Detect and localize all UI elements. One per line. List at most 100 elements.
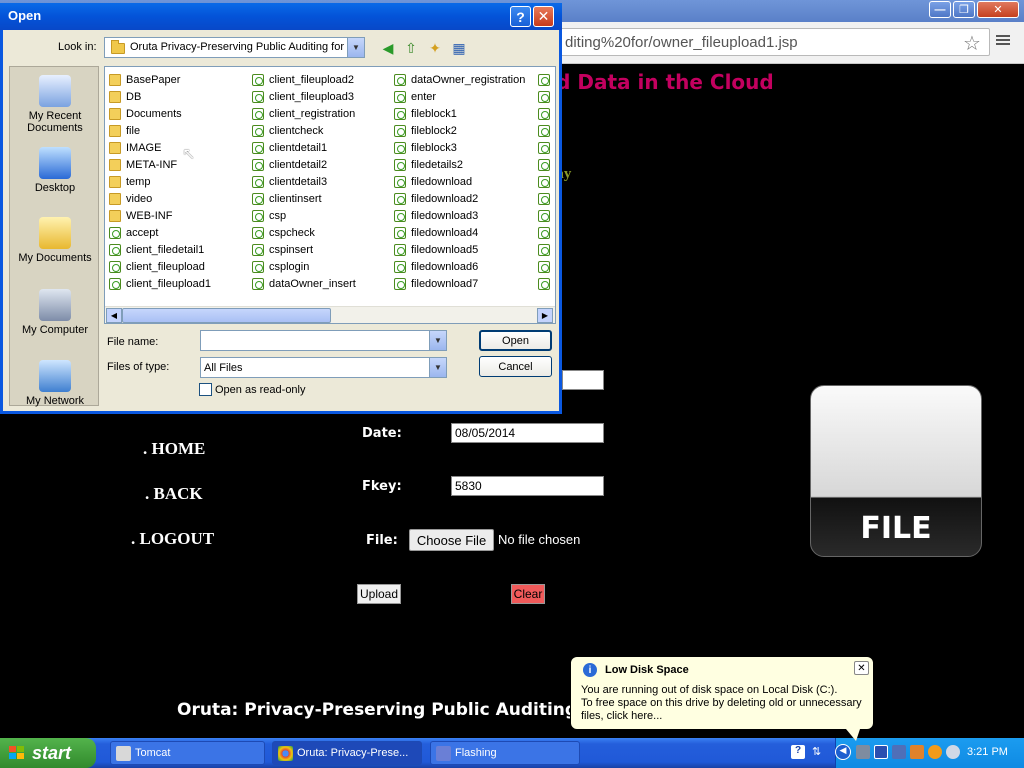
balloon-link[interactable]: files, click here...	[581, 710, 662, 722]
file-item[interactable]: filedownload2	[394, 190, 525, 207]
clear-button[interactable]: Clear	[511, 584, 545, 604]
scroll-thumb[interactable]	[122, 308, 331, 323]
file-item[interactable]: client_fileupload3	[252, 88, 356, 105]
tray-app-icon[interactable]	[874, 745, 888, 759]
file-item[interactable]: csp	[252, 207, 356, 224]
file-item[interactable]: filedownload7	[394, 275, 525, 292]
bookmark-star-icon[interactable]: ☆	[963, 31, 981, 56]
file-item[interactable]: clientcheck	[252, 122, 356, 139]
help-tray-icon[interactable]: ?	[791, 745, 805, 759]
upload-button[interactable]: Upload	[357, 584, 401, 604]
scroll-left-icon[interactable]: ◀	[106, 308, 122, 323]
address-bar[interactable]: diting%20for/owner_fileupload1.jsp	[540, 28, 990, 56]
minimize-button[interactable]: —	[929, 1, 951, 18]
file-item[interactable]: fileblock3	[394, 139, 525, 156]
file-item[interactable]: client_fileupload2	[252, 71, 356, 88]
horizontal-scrollbar[interactable]: ◀ ▶	[105, 306, 555, 323]
nav-home-link[interactable]: . HOME	[143, 439, 205, 459]
help-button[interactable]: ?	[510, 6, 531, 27]
file-item[interactable]: client_registration	[252, 105, 356, 122]
read-only-checkbox[interactable]	[199, 383, 212, 396]
task-tomcat[interactable]: Tomcat	[110, 741, 265, 765]
file-item[interactable]: fileblock2	[394, 122, 525, 139]
low-disk-space-balloon[interactable]: i Low Disk Space ✕ You are running out o…	[570, 656, 874, 730]
file-item[interactable]: client_filedetail1	[109, 241, 211, 258]
place-my-computer[interactable]: My Computer	[10, 289, 100, 336]
task-flashing[interactable]: Flashing	[430, 741, 580, 765]
messenger-icon[interactable]	[946, 745, 960, 759]
chevron-down-icon[interactable]: ▼	[429, 331, 446, 350]
jsp-file-icon	[394, 90, 406, 103]
file-item[interactable]: cspinsert	[252, 241, 356, 258]
up-folder-icon[interactable]: ⇧	[403, 40, 419, 56]
look-in-select[interactable]: Oruta Privacy-Preserving Public Auditing…	[104, 37, 365, 58]
folder-item[interactable]: META-INF	[109, 156, 211, 173]
file-item[interactable]: filedownload4	[394, 224, 525, 241]
file-item[interactable]: dataOwner_registration	[394, 71, 525, 88]
file-item[interactable]: filedownload	[394, 173, 525, 190]
file-list[interactable]: BasePaper DB Documents file IMAGE META-INF tem…	[104, 66, 556, 324]
new-folder-icon[interactable]: ✦	[427, 40, 443, 56]
fkey-input[interactable]: 5830	[451, 476, 604, 496]
place-desktop[interactable]: Desktop	[10, 147, 100, 194]
file-item[interactable]: client_fileupload	[109, 258, 211, 275]
chevron-down-icon[interactable]: ▼	[347, 38, 364, 57]
folder-item[interactable]: DB	[109, 88, 211, 105]
dialog-close-button[interactable]: ✕	[533, 6, 554, 27]
folder-item[interactable]: BasePaper	[109, 71, 211, 88]
network-tray-icon[interactable]: ⇅	[812, 745, 826, 759]
date-input[interactable]: 08/05/2014	[451, 423, 604, 443]
file-item[interactable]: csplogin	[252, 258, 356, 275]
folder-item[interactable]: temp	[109, 173, 211, 190]
tray-app-icon[interactable]	[910, 745, 924, 759]
choose-file-button[interactable]: Choose File	[409, 529, 494, 551]
clock[interactable]: 3:21 PM	[967, 746, 1008, 758]
chevron-down-icon[interactable]: ▼	[429, 358, 446, 377]
task-browser[interactable]: Oruta: Privacy-Prese...	[272, 741, 422, 765]
files-of-type-label: Files of type:	[107, 361, 170, 373]
place-my-network[interactable]: My Network	[10, 360, 100, 407]
folder-item[interactable]: video	[109, 190, 211, 207]
folder-item[interactable]: file	[109, 122, 211, 139]
scroll-right-icon[interactable]: ▶	[537, 308, 553, 323]
file-item[interactable]: clientdetail2	[252, 156, 356, 173]
close-window-button[interactable]: ✕	[977, 1, 1019, 18]
nav-logout-link[interactable]: . LOGOUT	[131, 529, 214, 549]
tray-app-icon[interactable]	[856, 745, 870, 759]
files-of-type-select[interactable]: All Files ▼	[200, 357, 447, 378]
file-item[interactable]: filedownload3	[394, 207, 525, 224]
file-column: BasePaper DB Documents file IMAGE META-INF tem…	[109, 71, 211, 292]
restore-button[interactable]: ❐	[953, 1, 975, 18]
file-item[interactable]: filedownload5	[394, 241, 525, 258]
tray-app-icon[interactable]	[928, 745, 942, 759]
folder-item[interactable]: IMAGE	[109, 139, 211, 156]
file-item[interactable]: filedownload6	[394, 258, 525, 275]
balloon-close-button[interactable]: ✕	[854, 661, 869, 675]
tray-app-icon[interactable]	[892, 745, 906, 759]
browser-menu-icon[interactable]	[996, 33, 1010, 47]
file-item[interactable]: enter	[394, 88, 525, 105]
back-icon[interactable]: ◀	[380, 40, 396, 56]
folder-item[interactable]: WEB-INF	[109, 207, 211, 224]
file-item[interactable]: fileblock1	[394, 105, 525, 122]
place-my-documents[interactable]: My Documents	[10, 217, 100, 264]
file-item[interactable]: clientdetail3	[252, 173, 356, 190]
file-item[interactable]: accept	[109, 224, 211, 241]
show-hidden-icons-icon[interactable]: ◀	[835, 744, 851, 760]
folder-item[interactable]: Documents	[109, 105, 211, 122]
open-button[interactable]: Open	[479, 330, 552, 351]
view-menu-icon[interactable]: ▦	[451, 40, 467, 56]
file-item[interactable]: clientinsert	[252, 190, 356, 207]
cancel-button[interactable]: Cancel	[479, 356, 552, 377]
hidden-field-input[interactable]	[562, 370, 604, 390]
file-item[interactable]: dataOwner_insert	[252, 275, 356, 292]
file-item[interactable]: cspcheck	[252, 224, 356, 241]
start-button[interactable]: start	[0, 738, 96, 768]
file-item[interactable]: client_fileupload1	[109, 275, 211, 292]
nav-back-link[interactable]: . BACK	[145, 484, 203, 504]
file-item[interactable]: filedetails2	[394, 156, 525, 173]
place-recent-documents[interactable]: My Recent Documents	[10, 75, 100, 134]
file-name-input[interactable]: ▼	[200, 330, 447, 351]
my-network-icon	[39, 360, 71, 392]
file-item[interactable]: clientdetail1	[252, 139, 356, 156]
